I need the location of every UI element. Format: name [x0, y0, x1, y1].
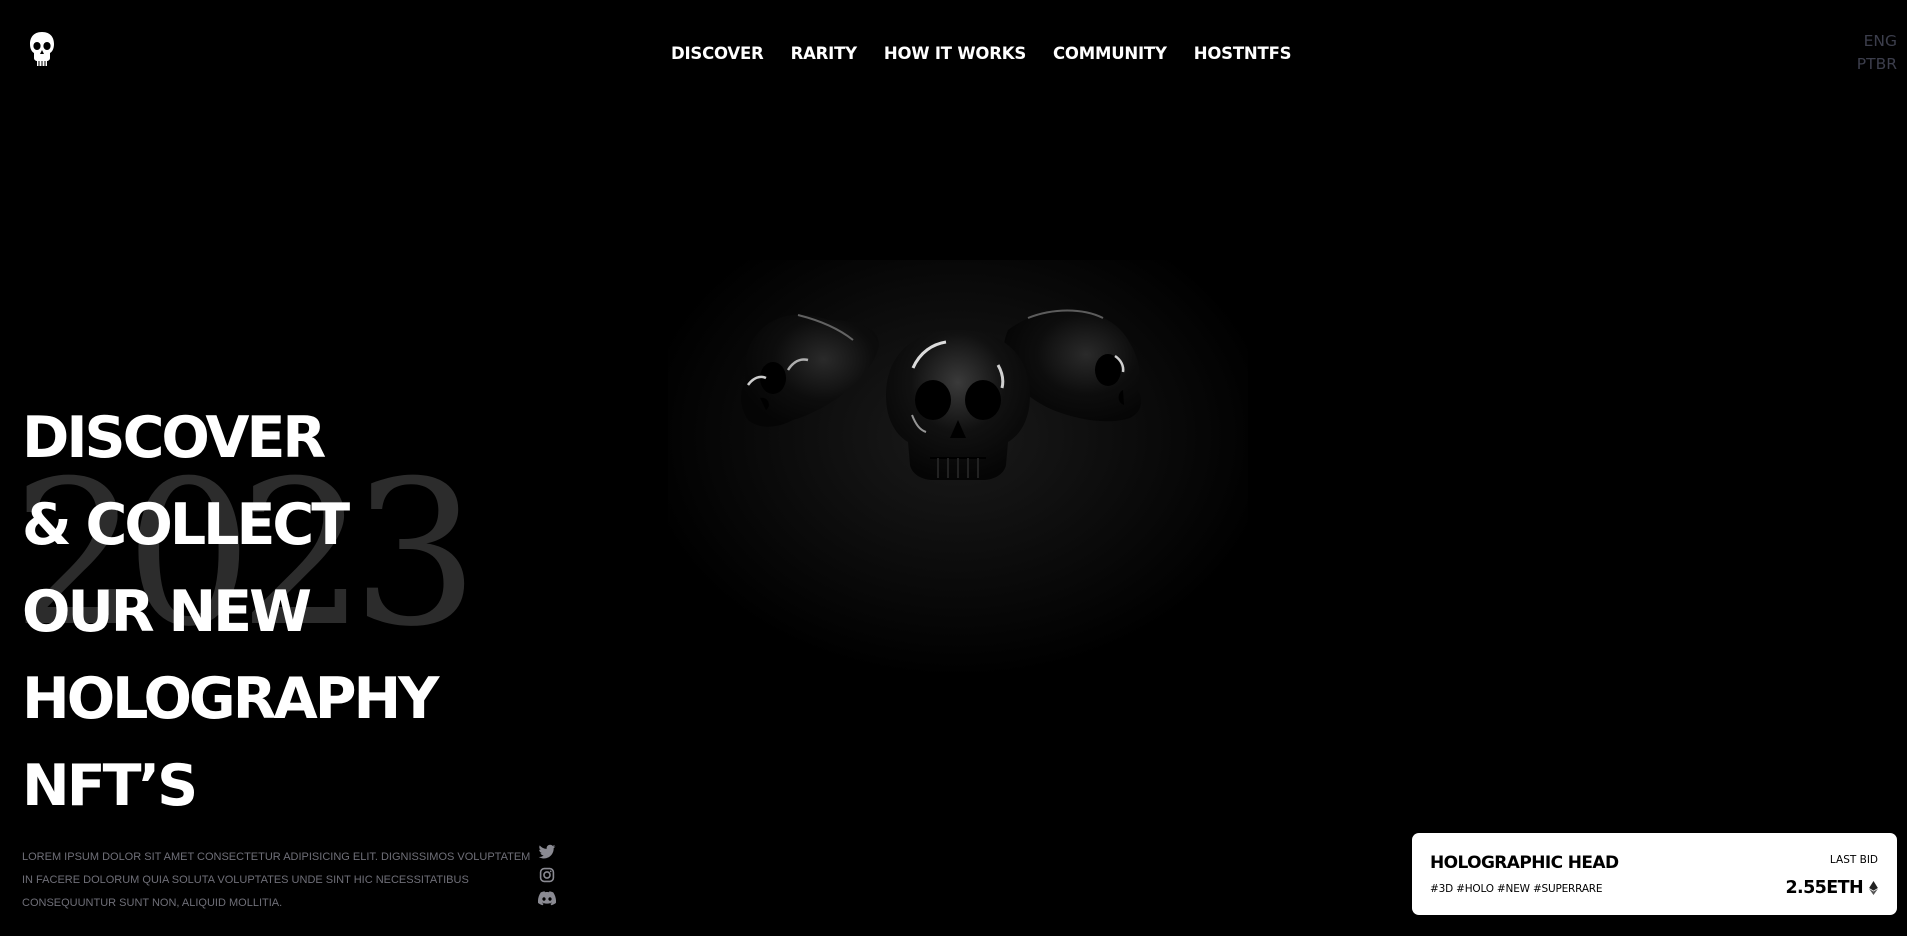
bid-price-row: 2.55ETH: [1785, 878, 1878, 898]
language-switcher: ENG PTBR: [1857, 32, 1897, 73]
headline-line: HOLOGRAPHY: [22, 666, 439, 732]
bid-card[interactable]: HOLOGRAPHIC HEAD #3D #HOLO #NEW #SUPERRA…: [1412, 833, 1897, 915]
hero-headline: DISCOVER & COLLECT OUR NEW HOLOGRAPHY NF…: [22, 395, 439, 830]
instagram-icon[interactable]: [538, 867, 556, 883]
social-links: [538, 844, 556, 906]
discord-icon[interactable]: [538, 890, 556, 906]
nav-community[interactable]: COMMUNITY: [1053, 44, 1167, 63]
headline-line: NFT’S: [22, 753, 198, 819]
nav-hostntfs[interactable]: HOSTNTFS: [1194, 44, 1292, 63]
headline-line: DISCOVER: [22, 405, 326, 471]
language-ptbr[interactable]: PTBR: [1857, 55, 1897, 73]
language-eng[interactable]: ENG: [1864, 32, 1897, 50]
ethereum-icon: [1869, 881, 1878, 895]
last-bid-label: LAST BID: [1829, 854, 1878, 866]
headline-line: & COLLECT: [22, 492, 350, 558]
nft-name: HOLOGRAPHIC HEAD: [1430, 853, 1619, 873]
nav-how-it-works[interactable]: HOW IT WORKS: [884, 44, 1026, 63]
bid-price: 2.55ETH: [1785, 878, 1863, 898]
three-chrome-skulls-image: [668, 260, 1248, 700]
main-nav: DISCOVER RARITY HOW IT WORKS COMMUNITY H…: [671, 44, 1318, 63]
skull-logo-icon[interactable]: [28, 30, 56, 68]
headline-line: OUR NEW: [22, 579, 312, 645]
twitter-icon[interactable]: [538, 844, 556, 860]
hero-description: LOREM IPSUM DOLOR SIT AMET CONSECTETUR A…: [22, 851, 531, 909]
nft-tags: #3D #HOLO #NEW #SUPERRARE: [1430, 883, 1603, 895]
nav-rarity[interactable]: RARITY: [791, 44, 858, 63]
nav-discover[interactable]: DISCOVER: [671, 44, 764, 63]
